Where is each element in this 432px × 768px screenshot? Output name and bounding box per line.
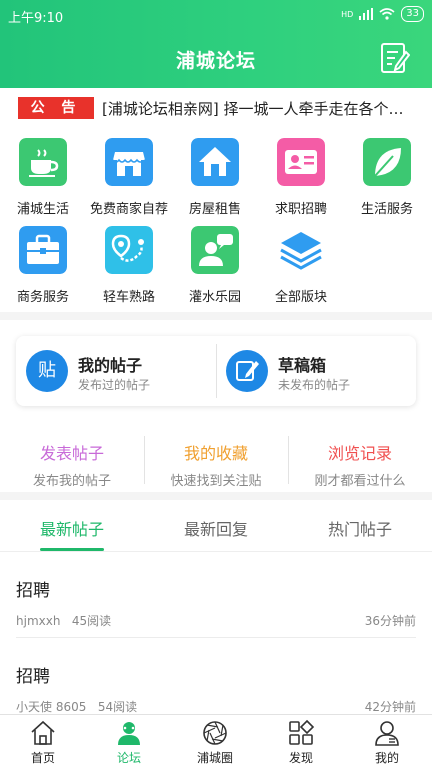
category-routes[interactable]: 轻车熟路 — [86, 216, 172, 305]
category-housing[interactable]: 房屋租售 — [172, 128, 258, 217]
tab-latest-posts[interactable]: 最新帖子 — [0, 516, 144, 540]
nav-discover[interactable]: 发现 — [258, 715, 344, 768]
publish-post-button[interactable]: 发表帖子 发布我的帖子 — [0, 432, 144, 489]
home-icon — [31, 720, 55, 745]
category-label: 灌水乐园 — [188, 290, 241, 305]
grid-icon — [289, 719, 315, 745]
briefcase-icon — [19, 226, 67, 274]
post-time: 36分钟前 — [364, 614, 416, 628]
status-time: 上午9:10 — [8, 11, 64, 26]
post-title: 招聘 — [16, 581, 50, 601]
list-item[interactable]: 招聘 小天使 8605 54阅读 42分钟前 — [16, 638, 416, 714]
post-icon: 贴 — [26, 350, 68, 392]
announcement-bar[interactable]: 公 告 [浦城论坛相亲网] 择一城一人牵手走在各个… — [0, 88, 432, 128]
leaf-icon — [363, 138, 411, 186]
my-section: 贴 我的帖子 发布过的帖子 草稿箱 未发布的帖子 发表帖子 发布我的帖子 我的收… — [0, 320, 432, 492]
favorites-subtitle: 快速找到关注贴 — [170, 474, 262, 489]
wifi-icon — [379, 8, 395, 20]
drafts-button[interactable]: 草稿箱 未发布的帖子 — [216, 336, 416, 406]
chat-person-icon — [191, 226, 239, 274]
house-icon — [191, 138, 239, 186]
list-item[interactable]: 招聘 hjmxxh 45阅读 36分钟前 — [16, 552, 416, 638]
post-time: 42分钟前 — [364, 700, 416, 714]
network-label: HD — [341, 9, 354, 19]
publish-post-title: 发表帖子 — [39, 444, 104, 463]
battery-icon: 33 — [401, 6, 424, 22]
status-icons: HD 33 — [341, 6, 424, 22]
tab-hot-posts[interactable]: 热门帖子 — [288, 516, 432, 540]
category-jobs[interactable]: 求职招聘 — [258, 128, 344, 217]
category-label: 生活服务 — [360, 202, 413, 217]
nav-label: 我的 — [374, 751, 399, 765]
post-meta: hjmxxh 45阅读 — [16, 612, 111, 629]
favorites-title: 我的收藏 — [183, 444, 248, 463]
favorites-button[interactable]: 我的收藏 快速找到关注贴 — [144, 432, 288, 489]
category-label: 全部版块 — [274, 290, 327, 305]
shop-icon — [105, 138, 153, 186]
history-subtitle: 刚才都看过什么 — [314, 474, 406, 489]
my-posts-subtitle: 发布过的帖子 — [78, 378, 151, 392]
aperture-icon — [203, 721, 227, 745]
post-reads: 45阅读 — [71, 614, 112, 628]
category-label: 商务服务 — [16, 290, 69, 305]
announcement-text[interactable]: [浦城论坛相亲网] 择一城一人牵手走在各个… — [102, 98, 420, 119]
forum-people-icon — [118, 722, 140, 745]
bottom-navigation: 首页 论坛 浦城圈 发现 我的 — [0, 714, 432, 768]
history-title: 浏览记录 — [327, 444, 392, 463]
category-life-services[interactable]: 生活服务 — [344, 128, 430, 217]
publish-post-subtitle: 发布我的帖子 — [32, 474, 111, 489]
nav-forum[interactable]: 论坛 — [86, 715, 172, 768]
category-grid: 浦城生活 免费商家自荐 房屋租售 求职招聘 生活服务 商务服务 轻车熟路 灌水乐… — [0, 128, 432, 312]
my-posts-button[interactable]: 贴 我的帖子 发布过的帖子 — [16, 336, 216, 406]
layers-icon — [280, 232, 322, 270]
status-bar: 上午9:10 HD 33 — [0, 0, 432, 30]
my-card: 贴 我的帖子 发布过的帖子 草稿箱 未发布的帖子 — [16, 336, 416, 406]
post-author: hjmxxh — [16, 614, 61, 628]
post-list: 招聘 hjmxxh 45阅读 36分钟前 招聘 小天使 8605 54阅读 42… — [0, 552, 432, 714]
category-pucheng-life[interactable]: 浦城生活 — [0, 128, 86, 217]
my-posts-title: 我的帖子 — [78, 356, 143, 375]
post-icon-glyph: 贴 — [38, 360, 56, 381]
announcement-badge: 公 告 — [18, 97, 94, 119]
post-reads: 54阅读 — [97, 700, 138, 714]
user-icon — [375, 721, 399, 746]
category-label: 浦城生活 — [16, 202, 69, 217]
history-button[interactable]: 浏览记录 刚才都看过什么 — [288, 432, 432, 489]
compose-icon[interactable] — [380, 42, 410, 74]
nav-label: 论坛 — [116, 751, 141, 765]
tab-latest-replies[interactable]: 最新回复 — [144, 516, 288, 540]
nav-circle[interactable]: 浦城圈 — [172, 715, 258, 768]
nav-label: 发现 — [288, 751, 313, 765]
nav-label: 首页 — [30, 751, 55, 765]
app-header: 上午9:10 HD 33 浦城论坛 — [0, 0, 432, 88]
category-merchant[interactable]: 免费商家自荐 — [86, 128, 172, 217]
signal-icon — [359, 8, 374, 20]
pencil-icon — [226, 350, 268, 392]
category-business[interactable]: 商务服务 — [0, 216, 86, 305]
post-author: 小天使 8605 — [16, 700, 87, 714]
category-all[interactable]: 全部版块 — [258, 216, 344, 305]
route-icon — [105, 226, 153, 274]
post-tabs: 最新帖子 最新回复 热门帖子 — [0, 500, 432, 552]
id-card-icon — [277, 138, 325, 186]
drafts-subtitle: 未发布的帖子 — [278, 378, 351, 392]
drafts-title: 草稿箱 — [278, 356, 327, 375]
category-label: 求职招聘 — [274, 202, 327, 217]
nav-home[interactable]: 首页 — [0, 715, 86, 768]
category-label: 房屋租售 — [188, 202, 241, 217]
category-chat[interactable]: 灌水乐园 — [172, 216, 258, 305]
nav-profile[interactable]: 我的 — [344, 715, 430, 768]
nav-label: 浦城圈 — [196, 751, 233, 765]
category-label: 轻车熟路 — [102, 290, 155, 305]
post-title: 招聘 — [16, 667, 50, 687]
post-meta: 小天使 8605 54阅读 — [16, 698, 137, 714]
active-tab-indicator — [40, 548, 104, 551]
page-title: 浦城论坛 — [175, 50, 256, 72]
coffee-cup-icon — [19, 138, 67, 186]
category-label: 免费商家自荐 — [89, 202, 168, 217]
